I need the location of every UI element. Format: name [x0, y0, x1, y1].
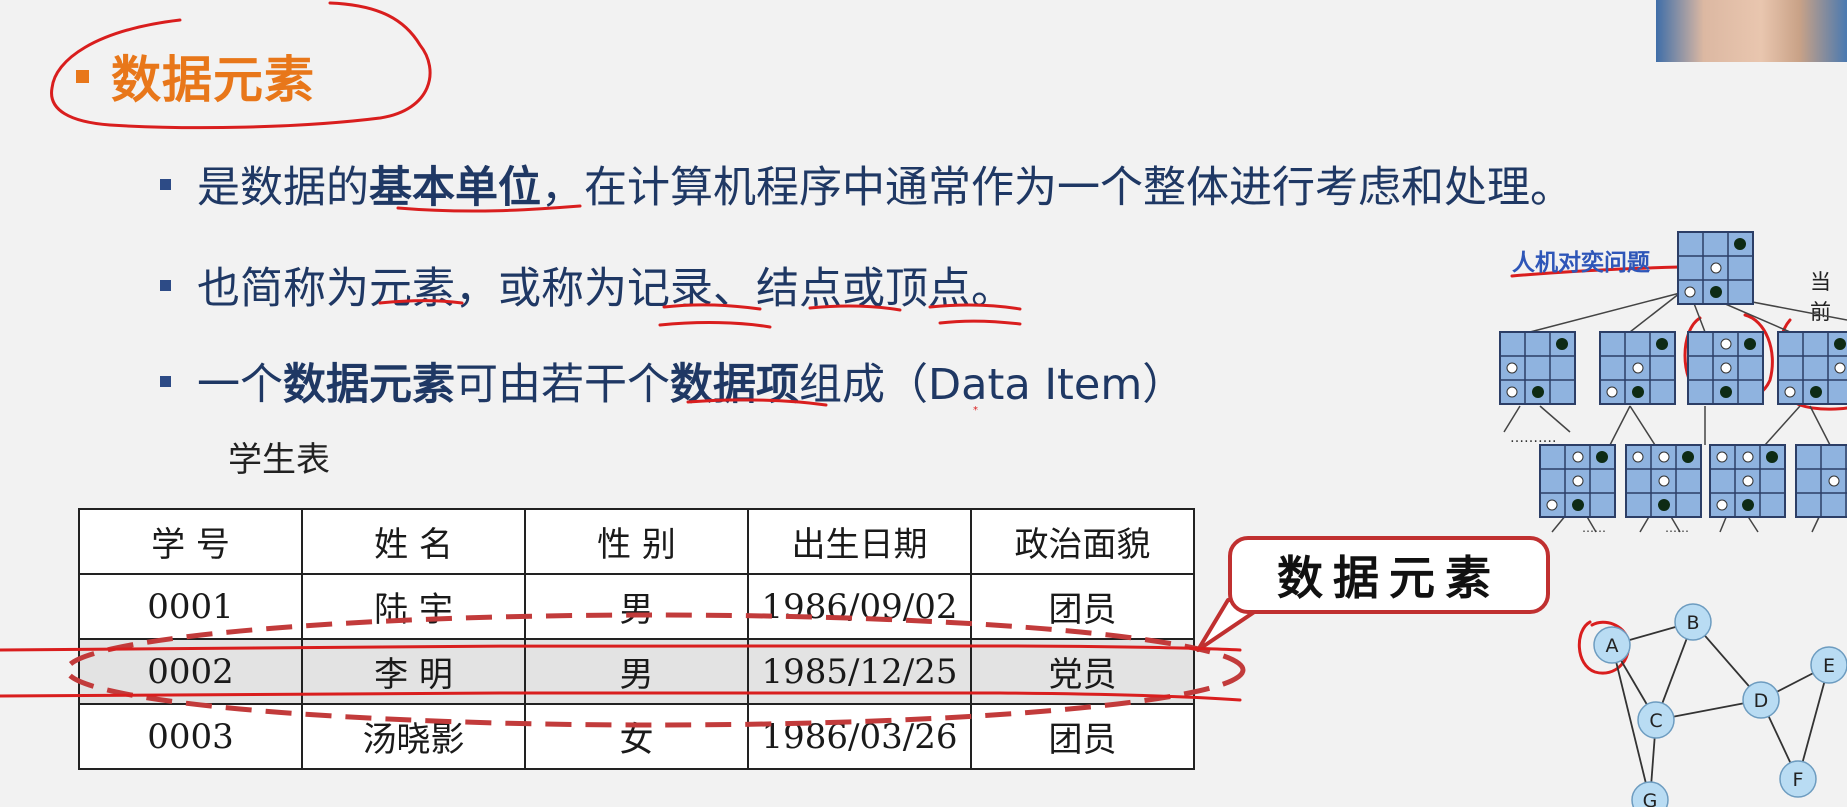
graph-diagram: A B C D E F G: [1593, 603, 1847, 807]
underline-dingdian-1: [928, 303, 1022, 311]
game-board: [1499, 331, 1576, 405]
game-board-root: [1677, 231, 1754, 305]
graph-node-e: E: [1810, 646, 1847, 684]
game-board: [1625, 444, 1702, 518]
graph-node-label: G: [1643, 790, 1658, 807]
underline-jilu-1: [662, 303, 762, 311]
game-board: [1599, 331, 1676, 405]
graph-node-label: A: [1606, 635, 1619, 657]
graph-node-label: F: [1793, 769, 1804, 791]
game-tree-diagram: ………. …… ……: [1499, 231, 1847, 535]
underline-jilu-2: [658, 321, 772, 329]
graph-node-d: D: [1742, 681, 1780, 719]
graph-node-label: E: [1823, 655, 1835, 677]
underline-jiedian: [808, 304, 902, 312]
graph-node-b: B: [1674, 603, 1712, 641]
underline-dingdian-2: [938, 319, 1022, 326]
tree-dots-3: ……: [1665, 521, 1689, 535]
row-strike-bottom: [0, 691, 1242, 702]
graph-node-a: A: [1593, 626, 1631, 664]
graph-node-label: D: [1754, 690, 1769, 712]
dashed-row-ellipse: [64, 612, 1246, 728]
game-board: [1539, 444, 1616, 518]
underline-shujuxiang: [686, 398, 828, 407]
game-board: [1709, 444, 1786, 518]
graph-node-g: G: [1631, 781, 1669, 807]
pen-mark: *: [973, 405, 978, 416]
game-board: [1795, 444, 1847, 518]
game-board: [1687, 331, 1764, 405]
tree-dots-1: ……….: [1510, 430, 1556, 446]
graph-node-label: C: [1649, 710, 1662, 732]
game-board: [1777, 331, 1847, 405]
row-strike-top: [0, 644, 1242, 652]
underline-yuansu: [378, 299, 464, 305]
graph-node-f: F: [1779, 760, 1817, 798]
graph-node-label: B: [1686, 612, 1699, 634]
underline-jiben-danwei: [396, 204, 582, 213]
title-circle-stroke: [50, 1, 432, 130]
graph-node-c: C: [1637, 701, 1675, 739]
tree-dots-2: ……: [1582, 521, 1606, 535]
